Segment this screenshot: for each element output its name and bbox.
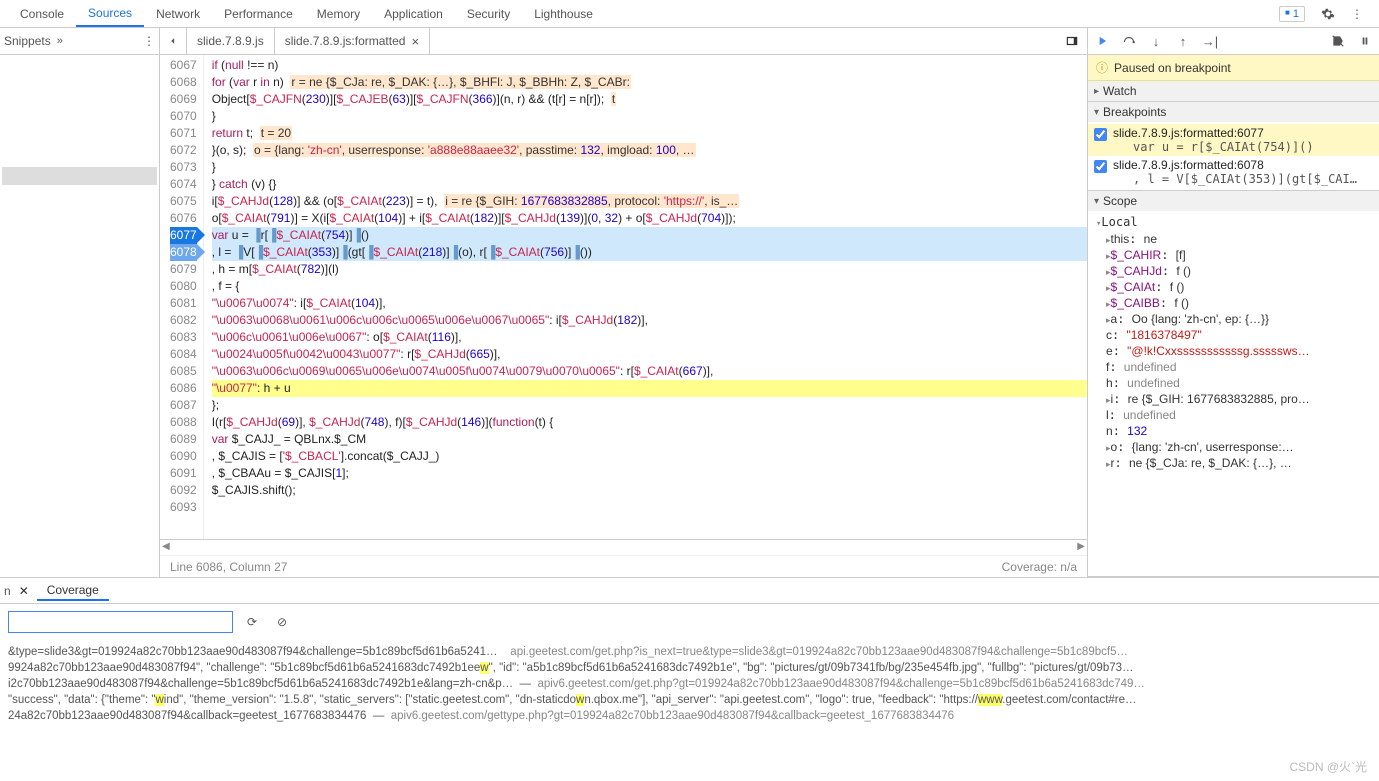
tab-lighthouse[interactable]: Lighthouse	[522, 0, 605, 27]
scope-variable[interactable]: $_CAHIR: [f]	[1088, 247, 1379, 263]
reload-icon[interactable]: ⟳	[241, 615, 263, 629]
close-icon[interactable]: ×	[411, 34, 419, 49]
scope-variable[interactable]: o: {lang: 'zh-cn', userresponse:…	[1088, 439, 1379, 455]
breakpoint-item[interactable]: slide.7.8.9.js:formatted:6078, l = V[$_C…	[1088, 156, 1379, 188]
scope-local-header[interactable]: Local	[1088, 213, 1379, 231]
drawer-tabs: n ✕ Coverage	[0, 578, 1379, 604]
tab-application[interactable]: Application	[372, 0, 455, 27]
coverage-results[interactable]: &type=slide3&gt=019924a82c70bb123aae90d4…	[0, 640, 1379, 764]
horizontal-scrollbar[interactable]	[160, 539, 1087, 555]
tab-sources[interactable]: Sources	[76, 0, 144, 27]
drawer-close-icon[interactable]: ✕	[11, 584, 37, 598]
tab-console[interactable]: Console	[8, 0, 76, 27]
navigator-list	[0, 55, 159, 577]
clear-icon[interactable]: ⊘	[271, 615, 293, 629]
list-item[interactable]	[2, 95, 157, 113]
scope-variable[interactable]: this: ne	[1088, 231, 1379, 247]
list-item[interactable]	[2, 167, 157, 185]
more-icon[interactable]: ⋮	[1343, 0, 1371, 27]
tab-network[interactable]: Network	[144, 0, 212, 27]
section-scope[interactable]: Scope	[1088, 191, 1379, 211]
step-button[interactable]: →|	[1198, 30, 1222, 52]
scope-variable[interactable]: c: "1816378497"	[1088, 327, 1379, 343]
paused-banner: Paused on breakpoint	[1088, 55, 1379, 81]
list-item[interactable]	[2, 113, 157, 131]
navigator-overflow-icon[interactable]: »	[57, 35, 63, 47]
coverage-row[interactable]: 24a82c70bb123aae90d483087f94&callback=ge…	[8, 708, 1371, 724]
list-item[interactable]	[2, 149, 157, 167]
step-into-button[interactable]: ↓	[1144, 30, 1168, 52]
breakpoint-item[interactable]: slide.7.8.9.js:formatted:6077var u = r[$…	[1088, 124, 1379, 156]
scope-variable[interactable]: a: Oo {lang: 'zh-cn', ep: {…}}	[1088, 311, 1379, 327]
watermark: CSDN @火`光	[1289, 758, 1367, 775]
scope-variable[interactable]: h: undefined	[1088, 375, 1379, 391]
drawer-prev-tab[interactable]: n	[4, 584, 11, 598]
scope-variable[interactable]: f: undefined	[1088, 359, 1379, 375]
tab-security[interactable]: Security	[455, 0, 522, 27]
file-tab[interactable]: slide.7.8.9.js:formatted×	[275, 28, 430, 54]
resume-button[interactable]	[1090, 30, 1114, 52]
step-over-button[interactable]	[1117, 30, 1141, 52]
coverage-filter-input[interactable]	[8, 611, 233, 633]
navigator-tab-snippets[interactable]: Snippets	[4, 34, 51, 48]
section-breakpoints[interactable]: Breakpoints	[1088, 102, 1379, 122]
coverage-row[interactable]: 9924a82c70bb123aae90d483087f94", "challe…	[8, 660, 1371, 676]
tab-memory[interactable]: Memory	[305, 0, 372, 27]
scope-variable[interactable]: n: 132	[1088, 423, 1379, 439]
deactivate-breakpoints-button[interactable]	[1326, 30, 1350, 52]
devtools-panel-tabs: Console Sources Network Performance Memo…	[0, 0, 1379, 28]
navigator-pane: Snippets » ⋮	[0, 28, 160, 577]
line-gutter[interactable]: 6067606860696070607160726073607460756076…	[160, 55, 204, 539]
breakpoint-checkbox[interactable]	[1094, 128, 1107, 141]
file-tab[interactable]: slide.7.8.9.js	[187, 28, 275, 54]
issues-badge[interactable]: 1	[1271, 0, 1313, 27]
scope-variable[interactable]: e: "@!k!Cxxsssssssssssg.sssssws…	[1088, 343, 1379, 359]
list-item[interactable]	[2, 77, 157, 95]
code-body[interactable]: if (null !== n) for (var r in n) r = ne …	[204, 55, 1087, 539]
pause-on-exceptions-button[interactable]	[1353, 30, 1377, 52]
section-watch[interactable]: Watch	[1088, 81, 1379, 101]
coverage-row[interactable]: "success", "data": {"theme": "wind", "th…	[8, 692, 1371, 708]
scope-variable[interactable]: $_CAHJd: f ()	[1088, 263, 1379, 279]
drawer-tab-coverage[interactable]: Coverage	[37, 581, 109, 601]
debugger-sidebar: ↓ ↑ →| Paused on breakpoint Watch Breakp…	[1087, 28, 1379, 577]
list-item[interactable]	[2, 59, 157, 77]
breakpoint-checkbox[interactable]	[1094, 160, 1107, 173]
tab-performance[interactable]: Performance	[212, 0, 305, 27]
list-item[interactable]	[2, 131, 157, 149]
toggle-navigator-icon[interactable]	[1057, 28, 1087, 54]
coverage-row[interactable]: &type=slide3&gt=019924a82c70bb123aae90d4…	[8, 644, 1371, 660]
step-out-button[interactable]: ↑	[1171, 30, 1195, 52]
cursor-position: Line 6086, Column 27	[170, 560, 287, 574]
coverage-row[interactable]: i2c70bb123aae90d483087f94&challenge=5b1c…	[8, 676, 1371, 692]
scope-variable[interactable]: $_CAIAt: f ()	[1088, 279, 1379, 295]
scope-variable[interactable]: r: ne {$_CJa: re, $_DAK: {…}, …	[1088, 455, 1379, 471]
editor-tabs: slide.7.8.9.js slide.7.8.9.js:formatted×	[160, 28, 1087, 55]
scope-variable[interactable]: i: re {$_GIH: 1677683832885, pro…	[1088, 391, 1379, 407]
navigator-more-icon[interactable]: ⋮	[143, 34, 155, 48]
history-nav-icon[interactable]	[160, 28, 187, 54]
scope-variable[interactable]: $_CAIBB: f ()	[1088, 295, 1379, 311]
scope-variable[interactable]: l: undefined	[1088, 407, 1379, 423]
coverage-status: Coverage: n/a	[1002, 560, 1077, 574]
settings-icon[interactable]	[1313, 0, 1343, 27]
